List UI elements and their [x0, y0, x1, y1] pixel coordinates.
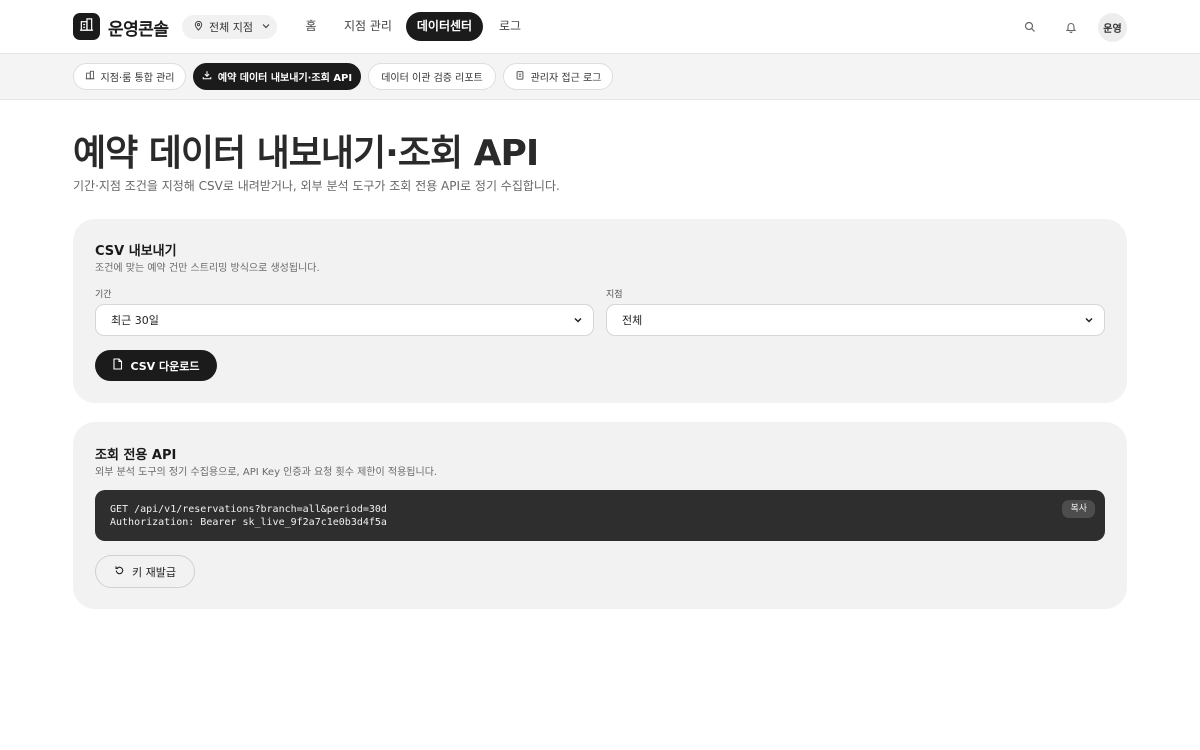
tab-reservation-export-api[interactable]: 예약 데이터 내보내기·조회 API [193, 63, 361, 90]
page-title: 예약 데이터 내보내기·조회 API [73, 133, 539, 174]
period-select-value: 최근 30일 [111, 314, 159, 327]
period-label: 기간 [95, 290, 112, 300]
notifications-button[interactable] [1058, 14, 1084, 40]
page-subtitle: 기간·지점 조건을 지정해 CSV로 내려받거나, 외부 분석 도구가 조회 전… [73, 179, 560, 193]
bell-icon [1065, 18, 1077, 37]
user-avatar[interactable]: 운영 [1098, 13, 1127, 42]
chevron-down-icon [261, 21, 271, 34]
reissue-key-button[interactable]: 키 재발급 [95, 555, 195, 588]
card-title: 조회 전용 API [95, 448, 177, 463]
top-navigation-bar: 운영콘솔 전체 지점 홈 지점 관리 데이터센터 로그 운영 [0, 0, 1200, 54]
card-description: 조건에 맞는 예약 건만 스트리밍 방식으로 생성됩니다. [95, 263, 320, 274]
nav-data-center[interactable]: 데이터센터 [406, 12, 483, 41]
code-line-auth: Authorization: Bearer sk_live_9f2a7c1e0b… [110, 517, 387, 528]
download-icon [202, 70, 212, 83]
period-select[interactable]: 최근 30일 [95, 304, 594, 336]
nav-branch-management[interactable]: 지점 관리 [340, 12, 396, 41]
branch-select[interactable]: 전체 [606, 304, 1105, 336]
chevron-down-icon [573, 315, 583, 328]
read-only-api-card: 조회 전용 API 외부 분석 도구의 정기 수집용으로, API Key 인증… [73, 422, 1127, 609]
brand-name: 운영콘솔 [108, 20, 169, 40]
refresh-icon [114, 565, 125, 579]
building-icon [85, 70, 95, 83]
branch-label: 지점 [606, 290, 623, 300]
csv-export-card: CSV 내보내기 조건에 맞는 예약 건만 스트리밍 방식으로 생성됩니다. 기… [73, 219, 1127, 403]
card-description: 외부 분석 도구의 정기 수집용으로, API Key 인증과 요청 횟수 제한… [95, 467, 438, 478]
api-code-block: GET /api/v1/reservations?branch=all&peri… [95, 490, 1105, 541]
sub-tab-bar: 지점·룸 통합 관리 예약 데이터 내보내기·조회 API 데이터 이관 검증 … [0, 54, 1200, 100]
reissue-key-label: 키 재발급 [132, 565, 176, 579]
card-title: CSV 내보내기 [95, 244, 177, 259]
nav-log[interactable]: 로그 [494, 12, 526, 41]
code-line-request: GET /api/v1/reservations?branch=all&peri… [110, 504, 387, 515]
branch-select-value: 전체 [622, 314, 643, 327]
csv-file-icon [112, 358, 123, 373]
tab-branch-room-management[interactable]: 지점·룸 통합 관리 [73, 63, 186, 90]
tab-migration-report[interactable]: 데이터 이관 검증 리포트 [368, 63, 496, 90]
tab-label: 데이터 이관 검증 리포트 [381, 73, 483, 84]
branch-selector[interactable]: 전체 지점 [182, 15, 277, 39]
building-icon [79, 17, 94, 36]
clipboard-icon [515, 70, 525, 83]
location-pin-icon [193, 20, 204, 34]
csv-download-button[interactable]: CSV 다운로드 [95, 350, 217, 381]
search-icon [1024, 18, 1036, 37]
search-button[interactable] [1017, 14, 1043, 40]
tab-label: 관리자 접근 로그 [530, 73, 602, 84]
tab-label: 지점·룸 통합 관리 [100, 73, 175, 84]
branch-selector-label: 전체 지점 [209, 21, 253, 34]
nav-home[interactable]: 홈 [297, 12, 325, 41]
tab-admin-access-log[interactable]: 관리자 접근 로그 [503, 63, 613, 90]
tab-label: 예약 데이터 내보내기·조회 API [217, 73, 353, 84]
copy-button[interactable]: 복사 [1062, 500, 1095, 518]
app-logo[interactable] [73, 13, 100, 40]
chevron-down-icon [1084, 315, 1094, 328]
csv-download-label: CSV 다운로드 [130, 359, 200, 373]
